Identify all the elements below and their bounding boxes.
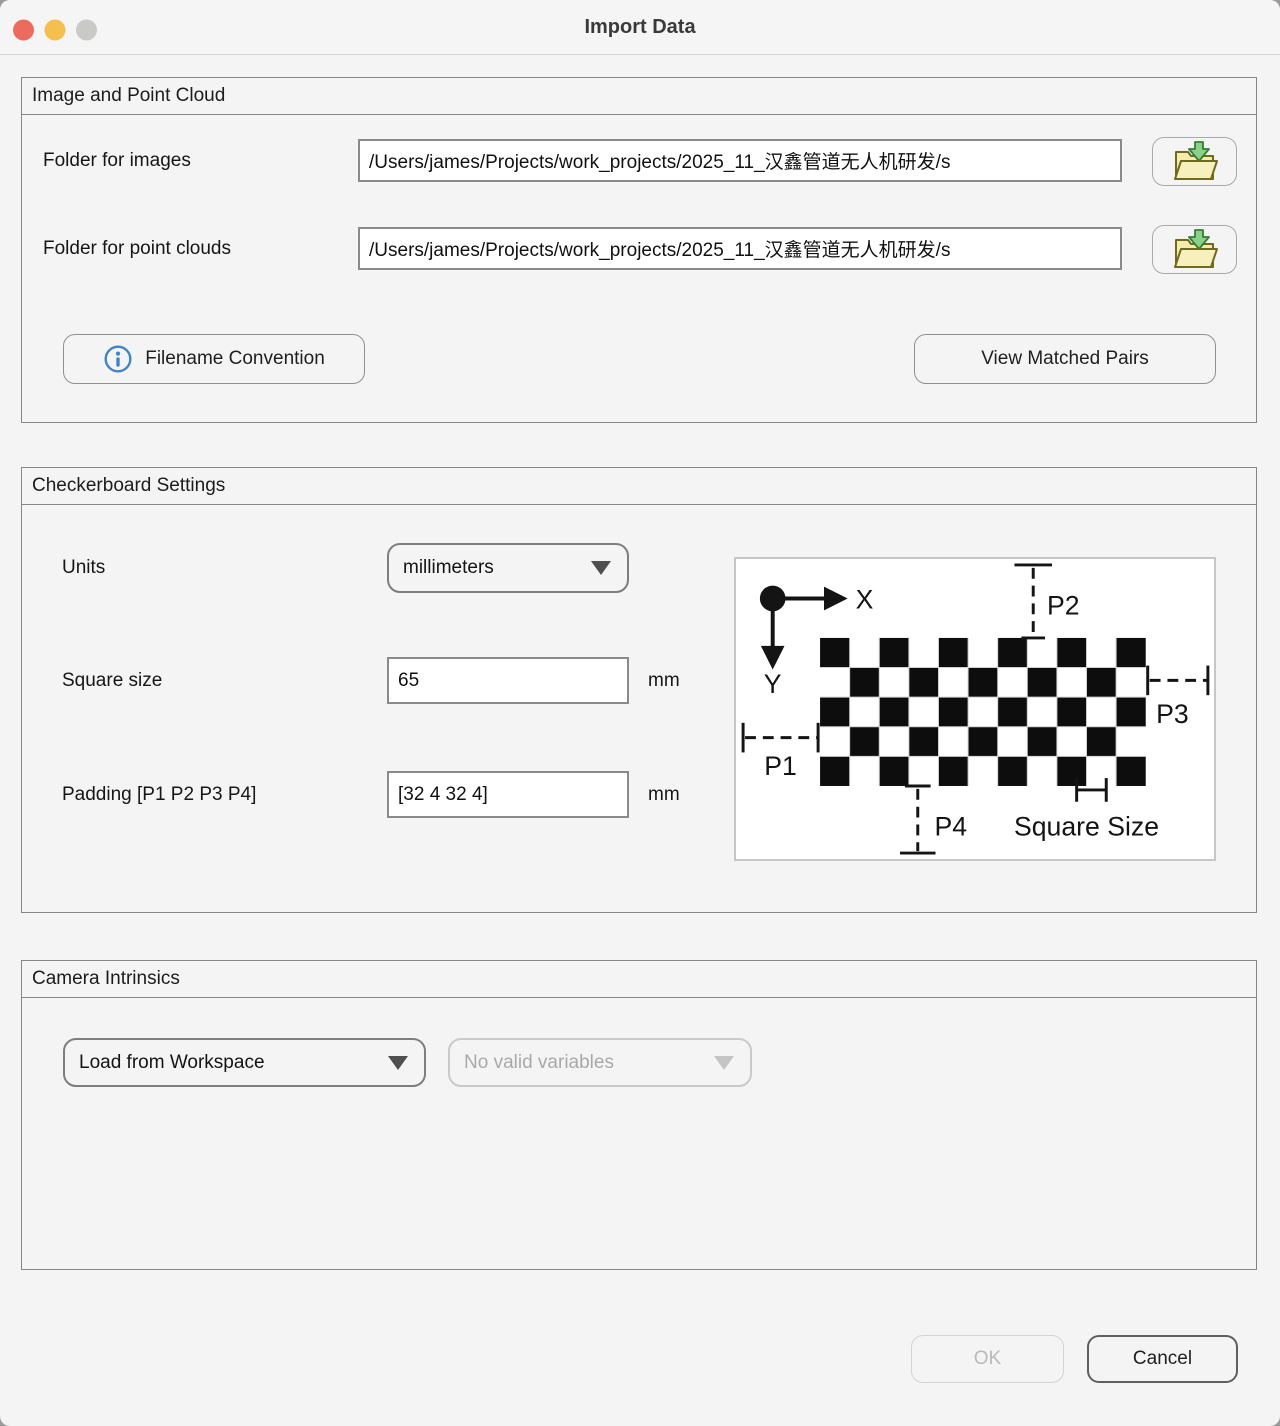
minimize-button-icon[interactable]	[45, 20, 66, 41]
import-data-dialog: Import Data Image and Point Cloud Folder…	[0, 0, 1280, 1426]
folder-point-clouds-label: Folder for point clouds	[43, 227, 231, 270]
units-dropdown[interactable]: millimeters	[387, 543, 629, 593]
folder-images-label: Folder for images	[43, 139, 191, 182]
intrinsics-variables-dropdown: No valid variables	[448, 1038, 752, 1087]
x-arrowhead-icon	[824, 587, 848, 611]
checkerboard-grid	[820, 638, 1146, 786]
intrinsics-source-dropdown[interactable]: Load from Workspace	[63, 1038, 426, 1087]
chevron-down-icon	[591, 561, 611, 575]
ok-button-label: OK	[974, 1348, 1001, 1370]
p3-label: P3	[1156, 699, 1189, 729]
checkerboard-diagram: X Y P1 P2 P3 P4	[734, 557, 1216, 861]
intrinsics-source-value: Load from Workspace	[79, 1052, 388, 1074]
browse-images-button[interactable]	[1152, 137, 1237, 186]
intrinsics-variables-value: No valid variables	[464, 1052, 714, 1074]
padding-label: Padding [P1 P2 P3 P4]	[62, 771, 256, 818]
square-size-label: Square size	[62, 657, 162, 704]
filename-convention-button[interactable]: Filename Convention	[63, 334, 365, 384]
y-axis-label: Y	[764, 669, 782, 699]
padding-input[interactable]	[387, 771, 629, 818]
section-camera-intrinsics: Camera Intrinsics	[21, 960, 1257, 1270]
cancel-button-label: Cancel	[1133, 1348, 1192, 1370]
chevron-down-icon	[388, 1056, 408, 1070]
section-title: Camera Intrinsics	[22, 961, 1256, 998]
open-folder-import-icon	[1172, 141, 1218, 183]
filename-convention-label: Filename Convention	[145, 348, 325, 370]
section-title: Checkerboard Settings	[22, 468, 1256, 505]
square-size-unit: mm	[648, 657, 680, 704]
padding-unit: mm	[648, 771, 680, 818]
p4-label: P4	[935, 811, 968, 841]
x-axis-label: X	[856, 584, 874, 614]
checkerboard-cells	[820, 638, 1146, 786]
chevron-down-icon	[714, 1056, 734, 1070]
cancel-button[interactable]: Cancel	[1087, 1335, 1238, 1383]
view-matched-pairs-button[interactable]: View Matched Pairs	[914, 334, 1216, 384]
view-matched-pairs-label: View Matched Pairs	[981, 348, 1149, 370]
section-title: Image and Point Cloud	[22, 78, 1256, 115]
folder-images-input[interactable]	[358, 139, 1122, 182]
title-bar: Import Data	[0, 0, 1280, 55]
browse-point-clouds-button[interactable]	[1152, 225, 1237, 274]
square-size-caption: Square Size	[1014, 811, 1159, 841]
p2-label: P2	[1047, 590, 1080, 620]
window-title: Import Data	[0, 0, 1280, 55]
ok-button[interactable]: OK	[911, 1335, 1064, 1383]
square-size-input[interactable]	[387, 657, 629, 704]
info-icon	[103, 344, 133, 374]
y-arrowhead-icon	[761, 646, 785, 670]
close-button-icon[interactable]	[13, 20, 34, 41]
zoom-button-icon	[76, 20, 97, 41]
units-label: Units	[62, 543, 105, 593]
open-folder-import-icon	[1172, 229, 1218, 271]
units-dropdown-value: millimeters	[403, 557, 591, 579]
p1-label: P1	[764, 751, 797, 781]
folder-point-clouds-input[interactable]	[358, 227, 1122, 270]
